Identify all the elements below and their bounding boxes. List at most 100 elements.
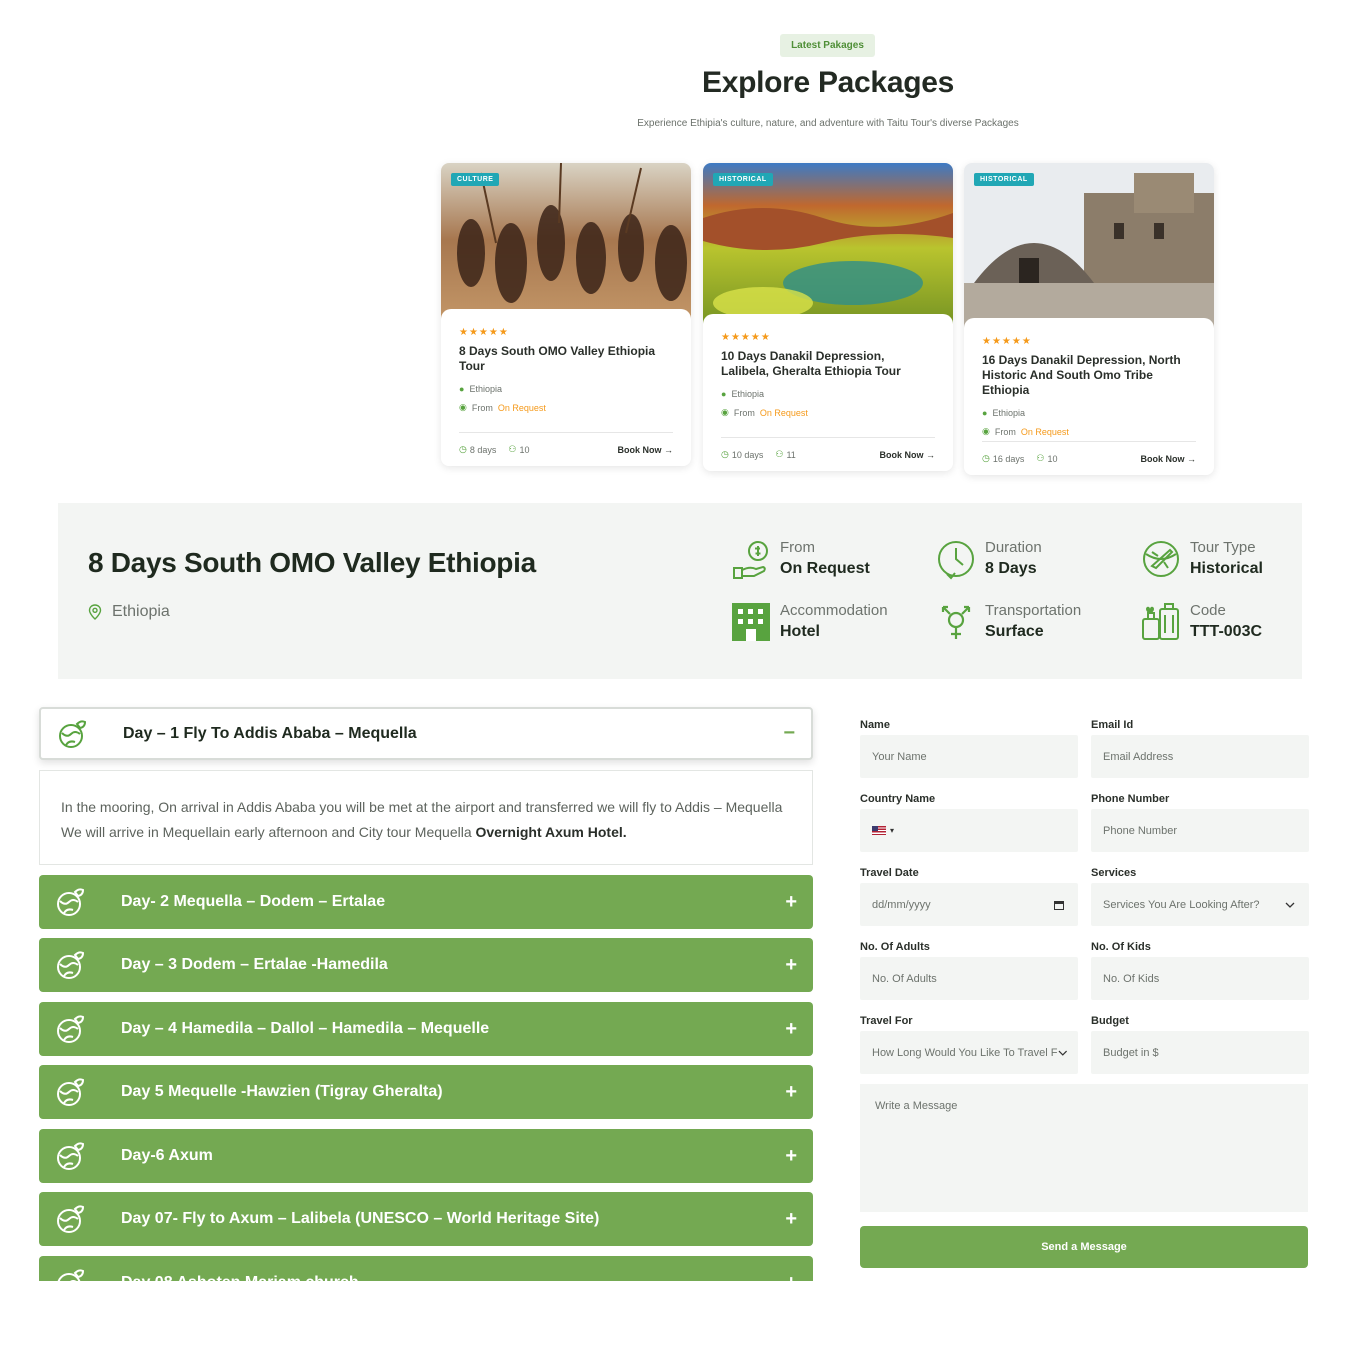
from-label: From xyxy=(471,402,493,413)
itinerary-day-title: Day-6 Axum xyxy=(121,1147,213,1164)
globe-leaf-icon xyxy=(57,951,85,979)
travel-for-placeholder: How Long Would You Like To Travel For xyxy=(872,1046,1059,1059)
kids-input[interactable]: No. Of Kids xyxy=(1091,957,1309,1000)
package-card[interactable]: CULTURE ★★★★★ 8 Days South OMO Valley Et… xyxy=(441,163,691,466)
card-location: Ethiopia xyxy=(992,408,1025,418)
email-placeholder: Email Address xyxy=(1103,750,1174,763)
book-now-link[interactable]: Book Now → xyxy=(880,450,936,460)
itinerary-day-3-header[interactable]: Day – 3 Dodem – Ertalae -Hamedila + xyxy=(39,938,813,992)
from-label: From xyxy=(994,426,1016,437)
date-placeholder: dd/mm/yyyy xyxy=(872,898,931,911)
card-location: Ethiopia xyxy=(469,384,502,394)
travel-for-label: Travel For xyxy=(860,1015,913,1027)
travel-date-input[interactable]: dd/mm/yyyy xyxy=(860,883,1078,926)
people-icon: ⚇ xyxy=(775,449,784,459)
itinerary-day-title: Day – 4 Hamedila – Dallol – Hamedila – M… xyxy=(121,1020,490,1037)
fact-label: Code xyxy=(1190,602,1226,619)
itinerary-day-6-header[interactable]: Day-6 Axum + xyxy=(39,1129,813,1183)
adults-label: No. Of Adults xyxy=(860,941,930,953)
card-title[interactable]: 16 Days Danakil Depression, North Histor… xyxy=(982,353,1196,398)
clock-icon: ◷ xyxy=(459,444,467,454)
clock-icon: ◷ xyxy=(982,453,990,463)
message-placeholder: Write a Message xyxy=(875,1100,958,1112)
budget-input[interactable]: Budget in $ xyxy=(1091,1031,1309,1074)
adults-input[interactable]: No. Of Adults xyxy=(860,957,1078,1000)
book-now-link[interactable]: Book Now → xyxy=(618,445,674,455)
globe-leaf-icon xyxy=(57,888,85,916)
expand-icon[interactable]: + xyxy=(785,954,797,977)
hotel-icon xyxy=(732,603,770,641)
email-input[interactable]: Email Address xyxy=(1091,735,1309,778)
itinerary-day-title: Day 5 Mequelle -Hawzien (Tigray Gheralta… xyxy=(121,1083,443,1100)
card-title[interactable]: 10 Days Danakil Depression, Lalibela, Gh… xyxy=(721,349,935,379)
phone-input[interactable]: Phone Number xyxy=(1091,809,1309,852)
globe-leaf-icon xyxy=(57,1078,85,1106)
from-label: From xyxy=(733,407,755,418)
fact-label: Tour Type xyxy=(1190,539,1256,556)
fact-value: Historical xyxy=(1190,560,1263,577)
collapse-icon[interactable]: − xyxy=(783,722,795,745)
expand-icon[interactable]: + xyxy=(785,1145,797,1168)
expand-icon[interactable]: + xyxy=(785,1018,797,1041)
transport-symbol-icon xyxy=(941,605,971,639)
calendar-icon[interactable] xyxy=(1054,900,1064,910)
tour-title: 8 Days South OMO Valley Ethiopia xyxy=(88,547,536,578)
group-size: 10 xyxy=(519,444,530,455)
itinerary-day-2-header[interactable]: Day- 2 Mequella – Dodem – Ertalae + xyxy=(39,875,813,929)
expand-icon[interactable]: + xyxy=(785,1081,797,1104)
itinerary-day-5-header[interactable]: Day 5 Mequelle -Hawzien (Tigray Gheralta… xyxy=(39,1065,813,1119)
services-placeholder: Services You Are Looking After? xyxy=(1103,898,1260,911)
card-footer: ◷ 16 days ⚇ 10 Book Now → xyxy=(982,441,1196,475)
name-placeholder: Your Name xyxy=(872,750,927,763)
name-input[interactable]: Your Name xyxy=(860,735,1078,778)
package-card[interactable]: HISTORICAL ★★★★★ 16 Days Danakil Depress… xyxy=(964,163,1214,475)
services-label: Services xyxy=(1091,867,1137,879)
itinerary-day-7-header[interactable]: Day 07- Fly to Axum – Lalibela (UNESCO –… xyxy=(39,1192,813,1246)
clock-icon xyxy=(938,541,974,580)
duration: 10 days xyxy=(731,449,764,460)
chevron-down-icon xyxy=(1058,1050,1068,1056)
itinerary-day-4-header[interactable]: Day – 4 Hamedila – Dallol – Hamedila – M… xyxy=(39,1002,813,1056)
country-label: Country Name xyxy=(860,793,936,805)
itinerary-day-1-header[interactable]: Day – 1 Fly To Addis Ababa – Mequella − xyxy=(39,707,813,760)
package-photo xyxy=(703,163,953,333)
section-title: Explore Packages xyxy=(701,66,955,99)
card-footer: ◷ 8 days ⚇ 10 Book Now → xyxy=(459,432,673,466)
expand-icon[interactable]: + xyxy=(785,1208,797,1231)
phone-placeholder: Phone Number xyxy=(1103,824,1177,837)
fact-value: 8 Days xyxy=(985,560,1037,577)
name-label: Name xyxy=(860,719,890,731)
phone-label: Phone Number xyxy=(1091,793,1170,805)
send-message-button[interactable]: Send a Message xyxy=(860,1226,1308,1268)
services-select[interactable]: Services You Are Looking After? xyxy=(1091,883,1309,926)
country-caret-icon: ▾ xyxy=(890,826,895,835)
country-select[interactable]: ▾ xyxy=(860,809,1078,852)
location-pin-icon: ● xyxy=(982,408,988,418)
message-textarea[interactable]: Write a Message xyxy=(860,1084,1308,1212)
card-location: Ethiopia xyxy=(731,389,764,399)
rating-stars: ★★★★★ xyxy=(459,327,509,338)
fact-transportation: Transportation Surface xyxy=(935,601,1081,643)
user-icon: ◉ xyxy=(721,407,729,417)
card-footer: ◷ 10 days ⚇ 11 Book Now → xyxy=(721,437,935,471)
itinerary-day-title: Day – 1 Fly To Addis Ababa – Mequella xyxy=(123,724,417,742)
people-icon: ⚇ xyxy=(1036,453,1045,463)
group-size: 10 xyxy=(1047,453,1058,464)
fact-value: TTT-003C xyxy=(1190,623,1263,640)
money-hand-icon xyxy=(733,541,768,579)
fact-label: Duration xyxy=(985,539,1042,556)
user-icon: ◉ xyxy=(459,402,467,412)
category-tag: HISTORICAL xyxy=(974,173,1034,186)
travel-for-select[interactable]: How Long Would You Like To Travel For xyxy=(860,1031,1078,1074)
fact-code: Code TTT-003C xyxy=(1140,601,1262,643)
rating-stars: ★★★★★ xyxy=(721,332,771,343)
expand-icon[interactable]: + xyxy=(785,891,797,914)
package-card[interactable]: HISTORICAL ★★★★★ 10 Days Danakil Depress… xyxy=(703,163,953,471)
budget-placeholder: Budget in $ xyxy=(1103,1046,1159,1059)
card-title[interactable]: 8 Days South OMO Valley Ethiopia Tour xyxy=(459,344,673,374)
people-icon: ⚇ xyxy=(508,444,517,454)
duration: 16 days xyxy=(992,453,1025,464)
section-subtitle: Experience Ethipia's culture, nature, an… xyxy=(637,118,1019,129)
book-now-link[interactable]: Book Now → xyxy=(1141,454,1197,464)
globe-leaf-icon xyxy=(57,1142,85,1170)
